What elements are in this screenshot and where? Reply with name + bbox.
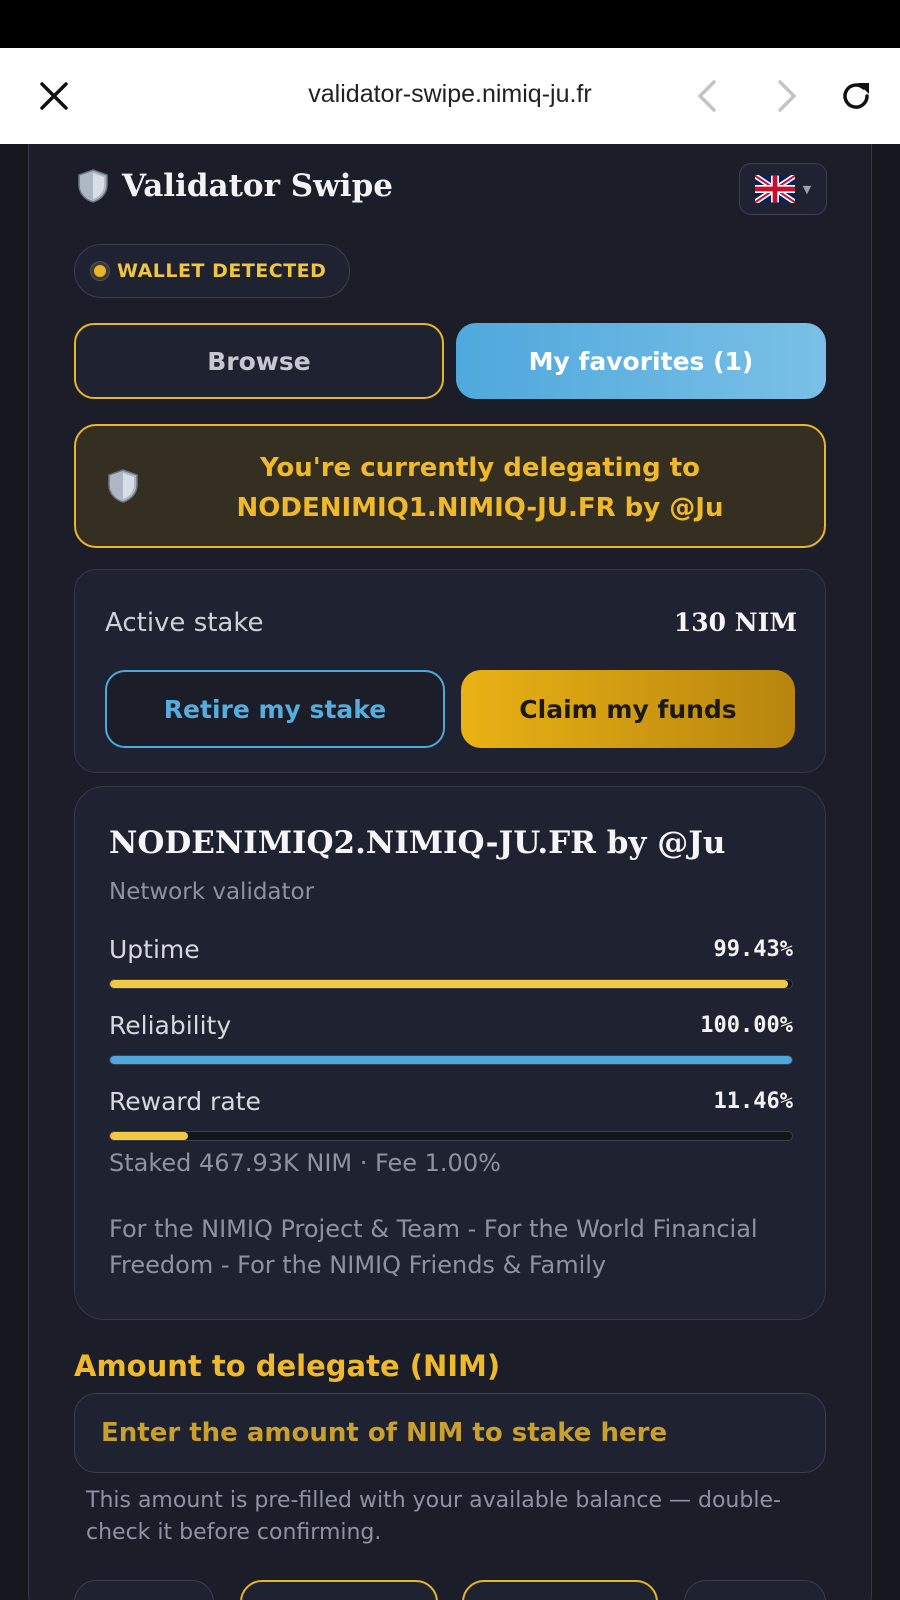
metric-value: 99.43% [713, 937, 793, 962]
active-stake-label: Active stake [105, 608, 264, 638]
tab-favorites[interactable]: My favorites (1) [456, 323, 826, 399]
action-pill[interactable] [684, 1580, 826, 1600]
validator-meta: Staked 467.93K NIM · Fee 1.00% [109, 1149, 501, 1177]
metric-label: Reward rate [109, 1087, 261, 1116]
active-stake-value: 130 NIM [673, 608, 797, 637]
language-selector[interactable]: ▼ [739, 163, 827, 215]
metric-label: Uptime [109, 935, 200, 964]
validator-card[interactable]: NODENIMIQ2.NIMIQ-JU.FR by @Ju Network va… [74, 786, 826, 1320]
progress-track [109, 1131, 793, 1141]
reload-icon[interactable] [838, 78, 874, 114]
delegate-hint: This amount is pre-filled with your avai… [86, 1488, 781, 1545]
action-pill[interactable] [462, 1580, 658, 1600]
app-header: Validator Swipe [76, 168, 393, 204]
progress-fill [110, 1132, 189, 1140]
browser-bar: validator-swipe.nimiq-ju.fr [0, 48, 900, 144]
validator-description: For the NIMIQ Project & Team - For the W… [109, 1215, 758, 1279]
status-bar [0, 0, 900, 48]
claim-funds-button[interactable]: Claim my funds [461, 670, 795, 748]
progress-track [109, 1055, 793, 1065]
action-pill[interactable] [240, 1580, 438, 1600]
url-text[interactable]: validator-swipe.nimiq-ju.fr [200, 80, 700, 109]
wallet-status-badge: WALLET DETECTED [74, 244, 350, 298]
delegate-amount-label: Amount to delegate (NIM) [74, 1349, 501, 1383]
shield-icon [78, 169, 108, 203]
delegate-amount-input[interactable] [74, 1393, 826, 1473]
status-dot-icon [91, 262, 109, 280]
uk-flag-icon [754, 175, 795, 203]
action-pill[interactable] [74, 1580, 214, 1600]
metric-label: Reliability [109, 1011, 232, 1040]
validator-name: NODENIMIQ2.NIMIQ-JU.FR by @Ju [109, 825, 726, 861]
metric-value: 11.46% [713, 1089, 793, 1114]
active-stake-card: Active stake 130 NIM Retire my stake Cla… [74, 569, 826, 773]
chevron-down-icon: ▼ [802, 182, 812, 196]
wallet-status-label: WALLET DETECTED [117, 260, 327, 282]
chevron-left-icon[interactable] [690, 78, 726, 114]
metric-value: 100.00% [700, 1013, 793, 1038]
retire-stake-button[interactable]: Retire my stake [105, 670, 445, 748]
progress-fill [110, 980, 789, 988]
chevron-right-icon[interactable] [768, 78, 804, 114]
shield-icon [108, 469, 138, 503]
progress-fill [110, 1056, 792, 1064]
delegation-banner: You're currently delegating to NODENIMIQ… [74, 424, 826, 548]
app-title: Validator Swipe [122, 168, 393, 204]
delegation-text: You're currently delegating to NODENIMIQ… [236, 453, 724, 523]
close-icon[interactable] [36, 78, 72, 114]
progress-track [109, 979, 793, 989]
validator-subtitle: Network validator [109, 879, 315, 905]
tab-browse[interactable]: Browse [74, 323, 444, 399]
